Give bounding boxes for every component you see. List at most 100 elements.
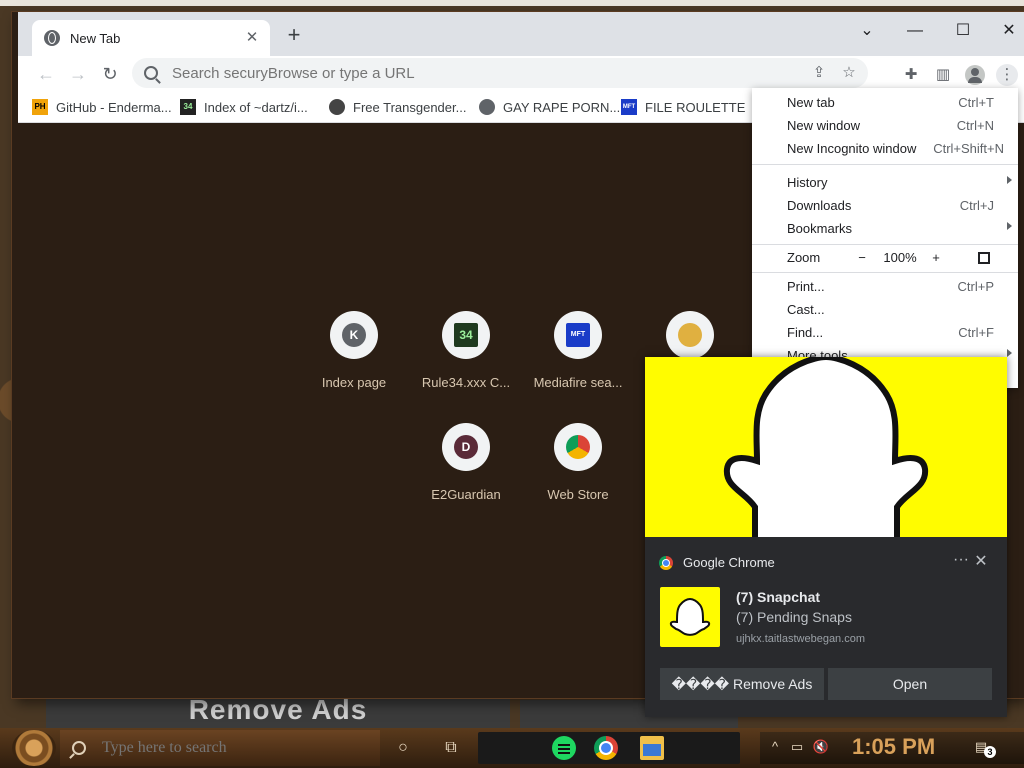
menu-shortcut: Ctrl+F xyxy=(958,325,994,340)
more-options-icon[interactable]: ··· xyxy=(951,551,971,569)
forward-arrow-icon[interactable]: → xyxy=(66,62,90,86)
start-button[interactable] xyxy=(12,730,56,766)
menu-label: Find... xyxy=(787,325,824,340)
network-icon[interactable]: ▭ xyxy=(788,738,806,756)
letter-d-icon: D xyxy=(454,435,478,459)
taskbar: ○ ⧉ ^ ▭ 🔇 1:05 PM ▤ 3 xyxy=(0,728,1024,768)
notification-toast[interactable]: Google Chrome ··· ✕ (7) Snapchat (7) Pen… xyxy=(645,357,1007,717)
tab-close-icon[interactable]: ✕ xyxy=(242,28,262,48)
share-icon[interactable]: ⇪ xyxy=(808,62,830,84)
spotify-icon[interactable] xyxy=(552,736,576,760)
file-explorer-icon[interactable] xyxy=(640,736,664,760)
menu-divider xyxy=(752,244,1018,245)
notification-source: ujhkx.taitlastwebegan.com xyxy=(736,633,866,645)
face-icon xyxy=(329,99,345,115)
menu-label: Bookmarks xyxy=(787,221,853,236)
menu-item-new-window[interactable]: New window Ctrl+N xyxy=(752,114,1018,137)
minimize-button[interactable]: — xyxy=(892,18,938,44)
mft-icon: MFT xyxy=(566,323,590,347)
chrome-main-menu: New tab Ctrl+T New window Ctrl+N New Inc… xyxy=(752,88,1018,388)
notification-title: (7) Snapchat xyxy=(736,589,821,605)
notification-message: (7) Pending Snaps xyxy=(736,609,852,625)
bookmark-label: FILE ROULETTE xyxy=(645,99,746,115)
title-bar: New Tab ✕ + ⌄ — ☐ ✕ xyxy=(18,12,1024,56)
menu-item-downloads[interactable]: Downloads Ctrl+J xyxy=(752,194,1018,217)
notification-app-name: Google Chrome xyxy=(683,555,775,570)
volume-muted-icon[interactable]: 🔇 xyxy=(812,738,830,756)
web-store-icon xyxy=(566,435,590,459)
bookmark-item[interactable]: 34 Index of ~dartz/i... xyxy=(180,98,308,116)
shortcut-tile[interactable]: MFT Mediafire sea... xyxy=(522,311,634,390)
menu-shortcut: Ctrl+Shift+N xyxy=(933,141,1004,156)
extensions-puzzle-icon[interactable]: ✚ xyxy=(900,64,922,86)
new-tab-button[interactable]: + xyxy=(282,24,306,48)
taskbar-clock[interactable]: 1:05 PM xyxy=(852,734,935,760)
star-icon[interactable]: ☆ xyxy=(838,62,860,84)
menu-shortcut: Ctrl+J xyxy=(959,198,994,213)
menu-shortcut: Ctrl+N xyxy=(956,118,994,133)
taskbar-search-input[interactable] xyxy=(100,738,364,758)
shortcut-tile[interactable]: Web Store xyxy=(522,423,634,502)
submenu-arrow-icon xyxy=(1007,222,1012,230)
kebab-menu-icon[interactable]: ⋮ xyxy=(996,64,1018,86)
chrome-logo-icon xyxy=(659,555,673,570)
side-panel-icon[interactable]: ▥ xyxy=(932,64,954,86)
mft-icon: MFT xyxy=(621,99,637,115)
open-button[interactable]: Open xyxy=(828,668,992,700)
menu-label: New Incognito window xyxy=(787,141,917,156)
shortcut-tile[interactable]: D E2Guardian xyxy=(410,423,522,502)
bookmark-item[interactable]: Free Transgender... xyxy=(329,98,466,116)
cortana-icon[interactable]: ○ xyxy=(391,736,415,760)
menu-shortcut: Ctrl+T xyxy=(958,95,994,110)
bookmark-label: GitHub - Enderma... xyxy=(56,99,172,115)
task-view-icon[interactable]: ⧉ xyxy=(439,736,463,760)
snapchat-ghost-image xyxy=(645,357,1007,537)
tab-search-chevron-icon[interactable]: ⌄ xyxy=(844,18,890,44)
tab-new-tab[interactable]: New Tab ✕ xyxy=(32,20,270,56)
profile-button[interactable] xyxy=(964,64,986,86)
avatar-icon xyxy=(965,65,985,85)
notification-header: Google Chrome xyxy=(659,555,775,570)
zoom-label: Zoom xyxy=(787,250,821,265)
shortcut-label: E2Guardian xyxy=(431,487,501,502)
omnibox[interactable]: ⇪ ☆ xyxy=(132,58,868,88)
search-icon xyxy=(72,741,86,755)
menu-label: Downloads xyxy=(787,198,852,213)
zoom-out-button[interactable]: − xyxy=(852,250,872,265)
close-window-button[interactable]: ✕ xyxy=(986,18,1024,44)
menu-item-cast[interactable]: Cast... xyxy=(752,298,1018,321)
shortcut-label: Index page xyxy=(321,375,387,390)
bookmark-item[interactable]: MFT FILE ROULETTE xyxy=(621,98,745,116)
notification-count-badge: 3 xyxy=(984,746,996,758)
remove-ads-button[interactable]: ���� Remove Ads xyxy=(660,668,824,700)
address-input[interactable] xyxy=(170,63,808,83)
show-hidden-icons-icon[interactable]: ^ xyxy=(766,738,784,756)
zoom-in-button[interactable]: + xyxy=(926,250,946,265)
close-icon[interactable]: ✕ xyxy=(971,551,991,571)
menu-shortcut: Ctrl+P xyxy=(957,279,994,294)
submenu-arrow-icon xyxy=(1007,176,1012,184)
chrome-icon[interactable] xyxy=(594,736,618,760)
menu-label: History xyxy=(787,175,828,190)
ghost-icon xyxy=(669,597,711,636)
menu-item-history[interactable]: History xyxy=(752,171,1018,194)
bookmark-item[interactable]: GAY RAPE PORN... xyxy=(479,98,620,116)
bookmark-label: Free Transgender... xyxy=(353,99,467,115)
fullscreen-icon[interactable] xyxy=(978,252,990,264)
reload-icon[interactable]: ↻ xyxy=(98,62,122,86)
menu-item-print[interactable]: Print... Ctrl+P xyxy=(752,275,1018,298)
back-arrow-icon[interactable]: ← xyxy=(34,62,58,86)
bookmark-label: GAY RAPE PORN... xyxy=(503,99,621,115)
shortcut-tile[interactable]: 34 Rule34.xxx C... xyxy=(410,311,522,390)
menu-label: Cast... xyxy=(787,302,825,317)
shortcut-label: Web Store xyxy=(547,487,609,502)
bookmark-item[interactable]: PH GitHub - Enderma... xyxy=(32,98,172,116)
taskbar-search[interactable] xyxy=(60,730,380,766)
menu-item-find[interactable]: Find... Ctrl+F xyxy=(752,321,1018,344)
snapchat-ghost-icon xyxy=(723,357,929,537)
maximize-button[interactable]: ☐ xyxy=(940,18,986,44)
menu-item-new-tab[interactable]: New tab Ctrl+T xyxy=(752,91,1018,114)
menu-item-bookmarks[interactable]: Bookmarks xyxy=(752,217,1018,240)
menu-item-new-incognito[interactable]: New Incognito window Ctrl+Shift+N xyxy=(752,137,1018,160)
shortcut-tile[interactable]: K Index page xyxy=(298,311,410,390)
